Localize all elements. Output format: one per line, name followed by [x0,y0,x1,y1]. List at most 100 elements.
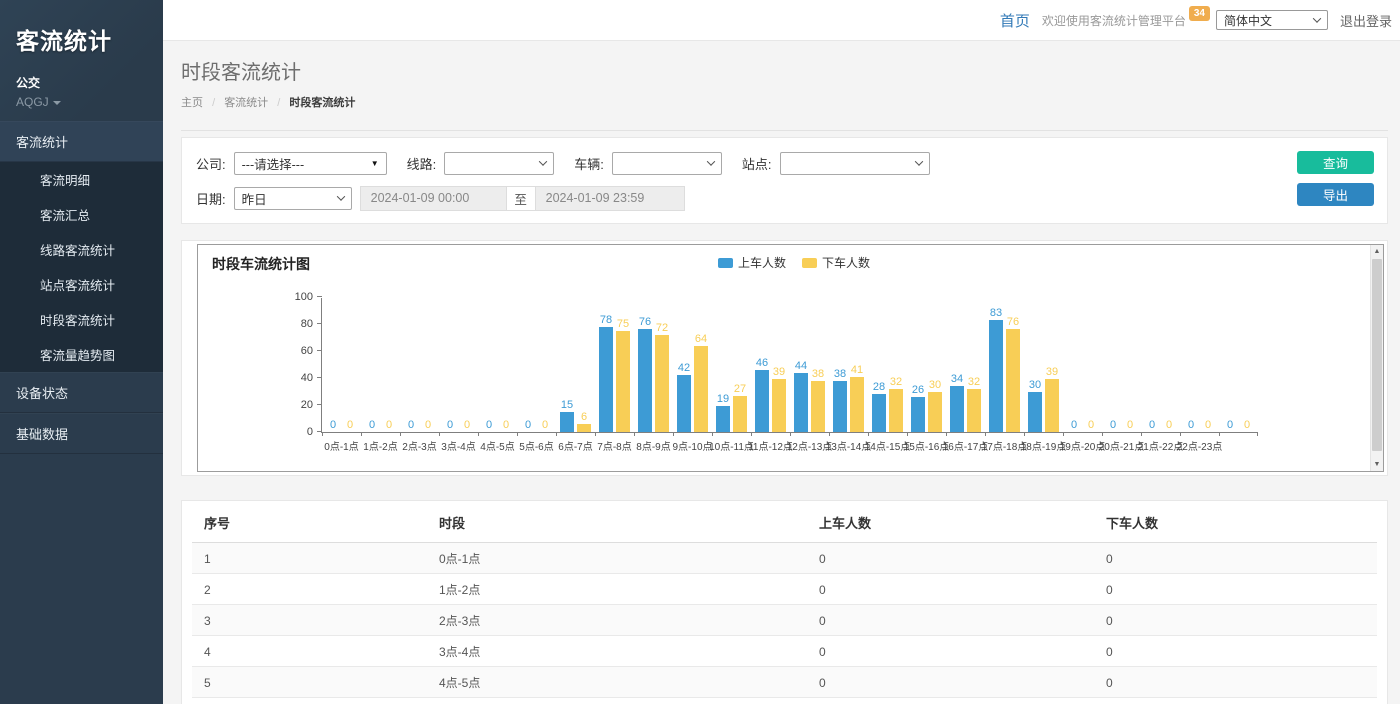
sidebar-item-5[interactable]: 客流量趋势图 [0,337,163,372]
org-code-dropdown[interactable]: AQGJ [16,95,147,109]
x-axis-label: 11点-12点 [751,438,790,453]
home-link[interactable]: 首页 [1000,10,1030,31]
notification-badge[interactable]: 34 [1189,6,1210,21]
x-axis-tick [712,432,713,436]
bar-wrap: 30 [928,379,942,433]
date-start-input[interactable]: 2024-01-09 00:00 [360,186,507,211]
x-axis-tick [439,432,440,436]
x-axis-tick [829,432,830,436]
sidebar-item-1[interactable]: 客流汇总 [0,197,163,232]
table-header-cell: 时段 [427,501,807,543]
sidebar-item-3[interactable]: 站点客流统计 [0,267,163,302]
bar-group: 00 [478,419,517,432]
bar-value-label: 28 [873,381,885,393]
sidebar-section-1[interactable]: 设备状态 [0,372,163,413]
table-cell: 0 [807,698,1094,704]
bar-wrap: 75 [616,318,630,432]
bar [911,397,925,432]
chevron-down-icon [1313,14,1321,22]
table-cell: 0 [1094,667,1377,698]
bar [716,406,730,432]
bar-group: 3841 [829,364,868,432]
sidebar-item-0[interactable]: 客流明细 [0,162,163,197]
table-row: 32点-3点00 [192,605,1377,636]
sidebar-section-0[interactable]: 客流统计 [0,121,163,162]
bar-value-label: 39 [773,366,785,378]
bar-value-label: 19 [717,393,729,405]
line-select[interactable] [444,152,554,175]
bar-wrap: 64 [694,333,708,432]
org-name: 公交 [16,74,147,91]
bar-value-label: 27 [734,383,746,395]
table-cell: 0 [807,543,1094,574]
x-axis-label: 2点-3点 [400,438,439,453]
chart-vertical-scrollbar[interactable]: ▲ ▼ [1370,245,1383,471]
x-axis-tick [985,432,986,436]
x-axis-label: 18点-19点 [1024,438,1063,453]
bar-wrap: 0 [1067,419,1081,432]
bar [872,394,886,432]
x-axis-label: 5点-6点 [517,438,556,453]
breadcrumb: 主页 / 客流统计 / 时段客流统计 [181,94,1388,110]
bar-group: 00 [1180,419,1219,432]
sidebar-item-2[interactable]: 线路客流统计 [0,232,163,267]
bar-value-label: 0 [369,419,375,431]
breadcrumb-parent[interactable]: 客流统计 [224,97,268,109]
date-preset-select[interactable]: 昨日 [234,187,352,210]
bar-wrap: 0 [343,419,357,432]
scroll-up-icon[interactable]: ▲ [1371,245,1383,258]
sidebar-item-4[interactable]: 时段客流统计 [0,302,163,337]
bar-wrap: 0 [1084,419,1098,432]
bar-group: 44 38 [790,360,829,432]
chart-legend: 上车人数下车人数 [718,254,870,271]
breadcrumb-separator: / [277,97,280,109]
bar-group: 00 [1102,419,1141,432]
x-axis-tick [1102,432,1103,436]
date-end-input[interactable]: 2024-01-09 23:59 [535,186,685,211]
bar-group: 2832 [868,376,907,432]
vehicle-select[interactable] [612,152,722,175]
table-cell: 0 [807,667,1094,698]
scroll-down-icon[interactable]: ▼ [1371,458,1383,471]
bar-wrap: 6 [577,411,591,432]
table-cell: 4点-5点 [427,667,807,698]
bar [1006,329,1020,432]
table-cell: 5 [192,667,427,698]
x-axis-label: 12点-13点 [790,438,829,453]
filter-row-2: 日期: 昨日 2024-01-09 00:00 至 2024-01-09 23:… [196,186,1373,210]
bar-value-label: 44 [795,360,807,372]
table-header-cell: 上车人数 [807,501,1094,543]
bar-value-label: 83 [990,307,1002,319]
hourly-stats-table: 序号时段上车人数下车人数 10点-1点0021点-2点0032点-3点0043点… [192,501,1377,704]
query-button[interactable]: 查询 [1297,151,1374,174]
bar-value-label: 76 [1007,316,1019,328]
breadcrumb-home[interactable]: 主页 [181,97,203,109]
sidebar-section-2[interactable]: 基础数据 [0,413,163,454]
station-select[interactable] [780,152,930,175]
y-axis-tick [317,404,322,405]
bar-wrap: 41 [850,364,864,432]
chevron-down-icon [539,157,547,165]
bar-value-label: 0 [1166,419,1172,431]
x-axis-label: 6点-7点 [556,438,595,453]
bar-wrap: 72 [655,322,669,432]
x-axis-label: 0点-1点 [322,438,361,453]
table-cell: 1点-2点 [427,574,807,605]
x-axis-tick [1257,432,1258,436]
export-button[interactable]: 导出 [1297,183,1374,206]
bar-group: 00 [1141,419,1180,432]
company-select[interactable]: ---请选择--- ▼ [234,152,387,175]
bar [694,346,708,432]
language-select[interactable]: 简体中文 [1216,10,1328,30]
bar-value-label: 0 [525,419,531,431]
table-row: 54点-5点00 [192,667,1377,698]
bar [599,327,613,432]
bar-wrap: 0 [421,419,435,432]
table-cell: 5点-6点 [427,698,807,704]
logout-link[interactable]: 退出登录 [1340,11,1392,30]
bar [928,392,942,433]
bar-value-label: 38 [812,368,824,380]
table-cell: 0 [807,605,1094,636]
bar-value-label: 0 [408,419,414,431]
scrollbar-thumb[interactable] [1372,259,1382,451]
